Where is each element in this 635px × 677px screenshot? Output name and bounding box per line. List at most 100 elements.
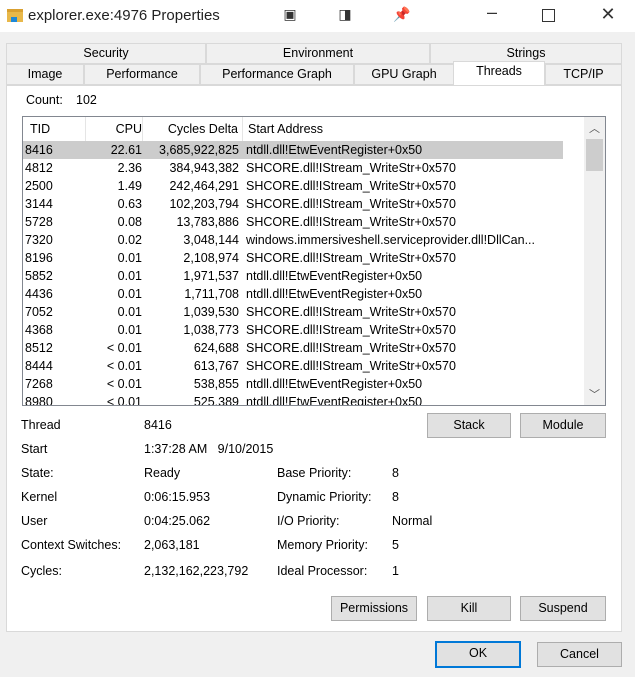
table-row[interactable]: 8512 < 0.01 624,688 SHCORE.dll!IStream_Writ… <box>23 339 563 357</box>
table-row[interactable]: 4812 2.36 384,943,382 SHCORE.dll!IStream_Wr… <box>23 159 563 177</box>
cell-cycles-delta: 1,711,708 <box>184 287 239 301</box>
column-header-cycles-delta[interactable]: Cycles Delta <box>143 117 243 141</box>
cell-start-address: SHCORE.dll!IStream_WriteStr+0x570 <box>246 179 456 193</box>
cell-tid: 7052 <box>25 305 53 319</box>
table-row[interactable]: 5728 0.08 13,783,886 SHCORE.dll!IStream_Wri… <box>23 213 563 231</box>
kernel-value: 0:06:15.953 <box>144 490 211 504</box>
count-label: Count: <box>26 93 63 107</box>
cell-cycles-delta: 1,039,530 <box>183 305 239 319</box>
cell-start-address: SHCORE.dll!IStream_WriteStr+0x570 <box>246 197 456 211</box>
base-priority-value: 8 <box>392 466 399 480</box>
cell-cpu: < 0.01 <box>106 395 142 406</box>
window-option-icon[interactable]: ◨ <box>335 6 355 23</box>
table-row[interactable]: 4368 0.01 1,038,773 SHCORE.dll!IStream_Writ… <box>23 321 563 339</box>
column-header-tid[interactable]: TID <box>23 117 86 141</box>
state-label: State: <box>21 466 54 480</box>
cell-tid: 5728 <box>25 215 53 229</box>
table-row[interactable]: 7268 < 0.01 538,855 ntdll.dll!EtwEventRegis… <box>23 375 563 393</box>
cell-start-address: SHCORE.dll!IStream_WriteStr+0x570 <box>246 161 456 175</box>
memory-priority-label: Memory Priority: <box>277 538 368 552</box>
permissions-button[interactable]: Permissions <box>331 596 417 621</box>
cell-tid: 8444 <box>25 359 53 373</box>
window-option-icon[interactable]: ▣ <box>280 6 300 23</box>
table-row[interactable]: 2500 1.49 242,464,291 SHCORE.dll!IStream_Wr… <box>23 177 563 195</box>
cell-cpu: 0.01 <box>117 287 142 301</box>
cell-cpu: 1.49 <box>117 179 142 193</box>
scroll-down-icon[interactable]: ﹀ <box>584 386 605 402</box>
tab-performance-graph[interactable]: Performance Graph <box>200 64 354 85</box>
tab-image[interactable]: Image <box>6 64 84 85</box>
cell-cpu: 2.36 <box>117 161 142 175</box>
cell-start-address: SHCORE.dll!IStream_WriteStr+0x570 <box>246 251 456 265</box>
cell-cpu: 0.01 <box>117 323 142 337</box>
folder-icon <box>7 9 23 22</box>
vertical-scrollbar[interactable]: ︿ ﹀ <box>584 117 605 405</box>
thread-label: Thread <box>21 418 61 432</box>
cell-cpu: 0.01 <box>117 269 142 283</box>
pin-icon[interactable]: 📌 <box>392 6 412 23</box>
tab-tcp-ip[interactable]: TCP/IP <box>545 64 622 85</box>
count-value: 102 <box>76 93 97 107</box>
table-row[interactable]: 5852 0.01 1,971,537 ntdll.dll!EtwEventRegis… <box>23 267 563 285</box>
table-row[interactable]: 8980 < 0.01 525,389 ntdll.dll!EtwEventRegis… <box>23 393 563 406</box>
tab-security[interactable]: Security <box>6 43 206 64</box>
cell-cycles-delta: 525,389 <box>193 395 239 406</box>
cell-start-address: ntdll.dll!EtwEventRegister+0x50 <box>246 287 423 301</box>
cell-cpu: < 0.01 <box>106 359 142 373</box>
cell-cycles-delta: 538,855 <box>193 377 239 391</box>
cell-cycles-delta: 3,685,922,825 <box>159 143 239 157</box>
table-row[interactable]: 8196 0.01 2,108,974 SHCORE.dll!IStream_Writ… <box>23 249 563 267</box>
cell-tid: 3144 <box>25 197 53 211</box>
cell-start-address: SHCORE.dll!IStream_WriteStr+0x570 <box>246 305 456 319</box>
tab-threads[interactable]: Threads <box>453 61 545 85</box>
tab-environment[interactable]: Environment <box>206 43 430 64</box>
cell-tid: 4436 <box>25 287 53 301</box>
cell-cycles-delta: 624,688 <box>193 341 239 355</box>
cell-cpu: 0.01 <box>117 305 142 319</box>
context-switches-value: 2,063,181 <box>144 538 200 552</box>
cell-cpu: 0.02 <box>117 233 142 247</box>
table-row[interactable]: 7320 0.02 3,048,144 windows.immersiveshell.… <box>23 231 563 249</box>
column-header-cpu[interactable]: CPU <box>86 117 143 141</box>
kill-button[interactable]: Kill <box>427 596 511 621</box>
cell-tid: 8196 <box>25 251 53 265</box>
column-header-start-address[interactable]: Start Address <box>243 117 584 141</box>
cell-cpu: < 0.01 <box>106 377 142 391</box>
stack-button[interactable]: Stack <box>427 413 511 438</box>
minimize-button[interactable]: – <box>482 2 502 23</box>
cell-tid: 8980 <box>25 395 53 406</box>
cell-cpu: 0.08 <box>117 215 142 229</box>
cell-cycles-delta: 2,108,974 <box>183 251 239 265</box>
maximize-button[interactable] <box>542 9 555 22</box>
tab-gpu-graph[interactable]: GPU Graph <box>354 64 454 85</box>
tab-performance[interactable]: Performance <box>84 64 200 85</box>
table-row[interactable]: 4436 0.01 1,711,708 ntdll.dll!EtwEventRegis… <box>23 285 563 303</box>
suspend-button[interactable]: Suspend <box>520 596 606 621</box>
cell-start-address: windows.immersiveshell.serviceprovider.d… <box>246 233 535 247</box>
cell-start-address: ntdll.dll!EtwEventRegister+0x50 <box>246 143 423 157</box>
close-button[interactable]: ✕ <box>598 4 618 25</box>
cycles-value: 2,132,162,223,792 <box>144 564 249 578</box>
ideal-processor-label: Ideal Processor: <box>277 564 368 578</box>
threads-list[interactable]: TID CPU ˇ Cycles Delta Start Address 841… <box>22 116 606 406</box>
table-row[interactable]: 8416 22.61 3,685,922,825 ntdll.dll!EtwEvent… <box>23 141 563 159</box>
cancel-button[interactable]: Cancel <box>537 642 622 667</box>
module-button[interactable]: Module <box>520 413 606 438</box>
scroll-up-icon[interactable]: ︿ <box>584 120 605 136</box>
scrollbar-thumb[interactable] <box>586 139 603 171</box>
kernel-label: Kernel <box>21 490 58 504</box>
cell-tid: 4368 <box>25 323 53 337</box>
cell-tid: 7320 <box>25 233 53 247</box>
ok-button[interactable]: OK <box>435 641 521 668</box>
start-label: Start <box>21 442 48 456</box>
user-value: 0:04:25.062 <box>144 514 211 528</box>
table-row[interactable]: 8444 < 0.01 613,767 SHCORE.dll!IStream_Writ… <box>23 357 563 375</box>
start-value: 1:37:28 AM 9/10/2015 <box>144 442 274 456</box>
cell-start-address: SHCORE.dll!IStream_WriteStr+0x570 <box>246 215 456 229</box>
title-bar: explorer.exe:4976 Properties ▣ ◨ 📌 – ✕ <box>0 0 635 32</box>
cell-start-address: ntdll.dll!EtwEventRegister+0x50 <box>246 395 423 406</box>
cell-start-address: ntdll.dll!EtwEventRegister+0x50 <box>246 269 423 283</box>
cell-cycles-delta: 1,971,537 <box>183 269 239 283</box>
table-row[interactable]: 7052 0.01 1,039,530 SHCORE.dll!IStream_Writ… <box>23 303 563 321</box>
table-row[interactable]: 3144 0.63 102,203,794 SHCORE.dll!IStream_Wr… <box>23 195 563 213</box>
